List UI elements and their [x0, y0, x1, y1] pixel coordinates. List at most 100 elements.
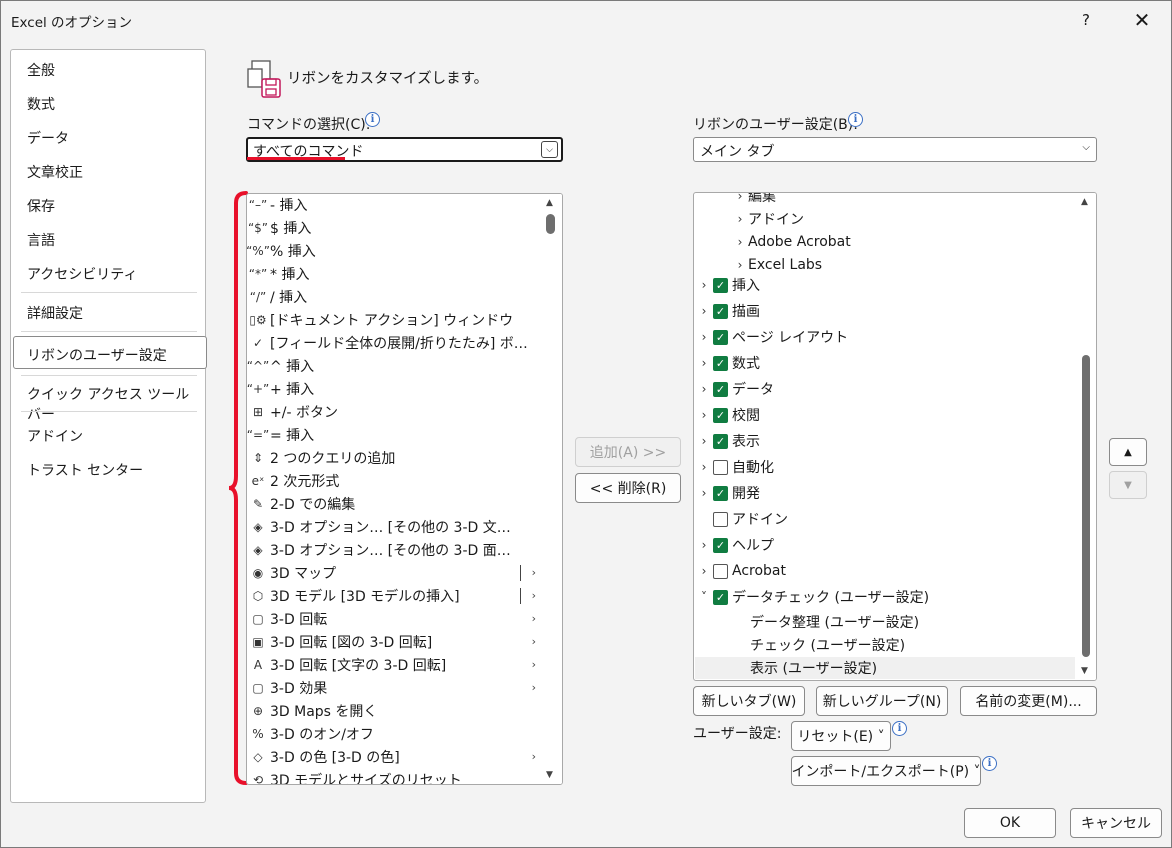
command-item[interactable]: ▣ 3-D 回転 [図の 3-D 回転] ›	[247, 630, 542, 653]
new-group-button[interactable]: 新しいグループ(N)	[816, 686, 948, 716]
nav-item-proofing[interactable]: 文章校正	[27, 162, 83, 182]
add-button[interactable]: 追加(A) >>	[575, 437, 681, 467]
chevron-right-icon[interactable]: ›	[734, 193, 746, 203]
ribbon-tree-item[interactable]: › ✓ 校閲	[698, 404, 760, 426]
chevron-right-icon[interactable]: ›	[698, 408, 710, 422]
chevron-right-icon[interactable]: ›	[698, 278, 710, 292]
nav-item-accessibility[interactable]: アクセシビリティ	[27, 264, 137, 284]
command-item[interactable]: “*” * 挿入	[247, 262, 542, 285]
new-tab-button[interactable]: 新しいタブ(W)	[693, 686, 805, 716]
command-item[interactable]: ⇕ 2 つのクエリの追加	[247, 446, 542, 469]
ribbon-tree-item[interactable]: › ✓ 開発	[698, 482, 760, 504]
command-item[interactable]: ⊞ +/- ボタン	[247, 400, 542, 423]
command-item[interactable]: “$” $ 挿入	[247, 216, 542, 239]
command-item[interactable]: ✎ 2-D での編集	[247, 492, 542, 515]
ribbon-tree-item[interactable]: アドイン	[698, 508, 788, 530]
remove-button[interactable]: << 削除(R)	[575, 473, 681, 503]
command-item[interactable]: “%”% 挿入	[247, 239, 542, 262]
tab-checkbox[interactable]: ✓	[713, 381, 728, 397]
tab-checkbox[interactable]: ✓	[713, 485, 728, 501]
tab-checkbox[interactable]: ✓	[713, 407, 728, 423]
command-item[interactable]: ◇ 3-D の色 [3-D の色] ›	[247, 745, 542, 768]
chevron-right-icon[interactable]: ›	[698, 486, 710, 500]
chevron-right-icon[interactable]: ›	[734, 235, 746, 249]
command-item[interactable]: eˣ 2 次元形式	[247, 469, 542, 492]
tab-checkbox[interactable]: ✓	[713, 537, 728, 553]
scroll-down-icon[interactable]: ▼	[1081, 666, 1088, 676]
reset-button[interactable]: リセット(E) ˅	[791, 721, 891, 751]
ribbon-tree-item[interactable]: › ✓ ヘルプ	[698, 534, 774, 556]
command-item[interactable]: ⬡ 3D モデル [3D モデルの挿入] ›	[247, 584, 542, 607]
scroll-up-icon[interactable]: ▲	[1081, 197, 1088, 207]
ribbon-tree-item[interactable]: › 自動化	[698, 456, 774, 478]
nav-item-quick-access-toolbar[interactable]: クイック アクセス ツール バー	[27, 384, 205, 424]
command-item[interactable]: “+” + 挿入	[247, 377, 542, 400]
tab-checkbox[interactable]: ✓	[713, 329, 728, 345]
ribbon-dropdown[interactable]: メイン タブ ⌵	[693, 137, 1097, 162]
ribbon-tree-item[interactable]: 表示 (ユーザー設定)	[734, 657, 877, 679]
ribbon-tree-item[interactable]: › Adobe Acrobat	[734, 231, 851, 253]
ribbon-tree-item[interactable]: › アドイン	[734, 208, 804, 230]
ribbon-tree-item[interactable]: ˅ ✓ データチェック (ユーザー設定)	[698, 586, 929, 608]
chevron-right-icon[interactable]: ›	[698, 304, 710, 318]
nav-item-customize-ribbon[interactable]: リボンのユーザー設定	[27, 345, 167, 365]
command-item[interactable]: A 3-D 回転 [文字の 3-D 回転] ›	[247, 653, 542, 676]
tab-checkbox[interactable]: ✓	[713, 355, 728, 371]
tab-checkbox[interactable]: ✓	[713, 589, 728, 605]
rename-button[interactable]: 名前の変更(M)...	[960, 686, 1097, 716]
command-item[interactable]: ▢ 3-D 回転 ›	[247, 607, 542, 630]
info-icon[interactable]: i	[848, 112, 863, 127]
ribbon-tree-item[interactable]: › ✓ ページ レイアウト	[698, 326, 848, 348]
close-button[interactable]: ✕	[1119, 5, 1165, 35]
import-export-button[interactable]: インポート/エクスポート(P) ˅	[791, 756, 981, 786]
nav-item-advanced[interactable]: 詳細設定	[27, 303, 83, 323]
ribbon-tree-item[interactable]: › 編集	[734, 193, 776, 207]
command-item[interactable]: ◈ 3-D オプション… [その他の 3-D 面…	[247, 538, 542, 561]
scroll-thumb[interactable]	[1082, 355, 1090, 657]
nav-item-formulas[interactable]: 数式	[27, 94, 55, 114]
ok-button[interactable]: OK	[964, 808, 1056, 838]
command-item[interactable]: % 3-D のオン/オフ	[247, 722, 542, 745]
command-item[interactable]: “=” = 挿入	[247, 423, 542, 446]
tab-checkbox[interactable]	[713, 563, 728, 579]
ribbon-tree-item[interactable]: › ✓ 数式	[698, 352, 760, 374]
scroll-thumb[interactable]	[546, 214, 555, 234]
command-item[interactable]: “/” / 挿入	[247, 285, 542, 308]
chevron-down-icon[interactable]: ˅	[698, 590, 710, 604]
help-button[interactable]: ?	[1063, 5, 1109, 35]
nav-item-general[interactable]: 全般	[27, 60, 55, 80]
nav-item-data[interactable]: データ	[27, 128, 69, 148]
command-item[interactable]: ⊕ 3D Maps を開く	[247, 699, 542, 722]
ribbon-tree-item[interactable]: データ整理 (ユーザー設定)	[734, 611, 919, 633]
move-up-button[interactable]: ▲	[1109, 438, 1147, 466]
chevron-right-icon[interactable]: ›	[698, 356, 710, 370]
tab-checkbox[interactable]: ✓	[713, 277, 728, 293]
ribbon-tree-item[interactable]: › ✓ 表示	[698, 430, 760, 452]
ribbon-tree-scrollbar[interactable]: ▲ ▼	[1076, 193, 1096, 680]
chevron-right-icon[interactable]: ›	[698, 538, 710, 552]
tab-checkbox[interactable]	[713, 511, 728, 527]
ribbon-tree-item[interactable]: › ✓ データ	[698, 378, 774, 400]
tab-checkbox[interactable]: ✓	[713, 433, 728, 449]
command-item[interactable]: “–” - 挿入	[247, 194, 542, 216]
move-down-button[interactable]: ▼	[1109, 471, 1147, 499]
command-item[interactable]: ⟲ 3D モデルとサイズのリセット	[247, 768, 542, 785]
ribbon-tree-item[interactable]: › ✓ 描画	[698, 300, 760, 322]
ribbon-tree-item[interactable]: › Acrobat	[698, 560, 786, 582]
chevron-right-icon[interactable]: ›	[698, 460, 710, 474]
ribbon-tree-item[interactable]: › ✓ 挿入	[698, 274, 760, 296]
chevron-right-icon[interactable]: ›	[734, 212, 746, 226]
command-item[interactable]: “^” ^ 挿入	[247, 354, 542, 377]
ribbon-tree-item[interactable]: チェック (ユーザー設定)	[734, 634, 905, 656]
info-icon[interactable]: i	[892, 721, 907, 736]
chevron-right-icon[interactable]: ›	[734, 258, 746, 272]
chevron-right-icon[interactable]: ›	[698, 330, 710, 344]
nav-item-addins[interactable]: アドイン	[27, 426, 83, 446]
nav-item-trust-center[interactable]: トラスト センター	[27, 460, 143, 480]
commands-list-scrollbar[interactable]: ▲ ▼	[541, 194, 562, 784]
ribbon-tree[interactable]: › 編集 › アドイン › Adobe Acrobat › Excel Labs › ✓ 挿入 › ✓ 描…	[693, 192, 1097, 681]
ribbon-tree-item[interactable]: › Excel Labs	[734, 254, 823, 276]
commands-list[interactable]: “–” - 挿入 “$” $ 挿入 “%”% 挿入 “*” * 挿入 “/” / 挿入 ▯⚙ [ドキ…	[246, 193, 563, 785]
info-icon[interactable]: i	[365, 112, 380, 127]
command-item[interactable]: ◈ 3-D オプション… [その他の 3-D 文…	[247, 515, 542, 538]
